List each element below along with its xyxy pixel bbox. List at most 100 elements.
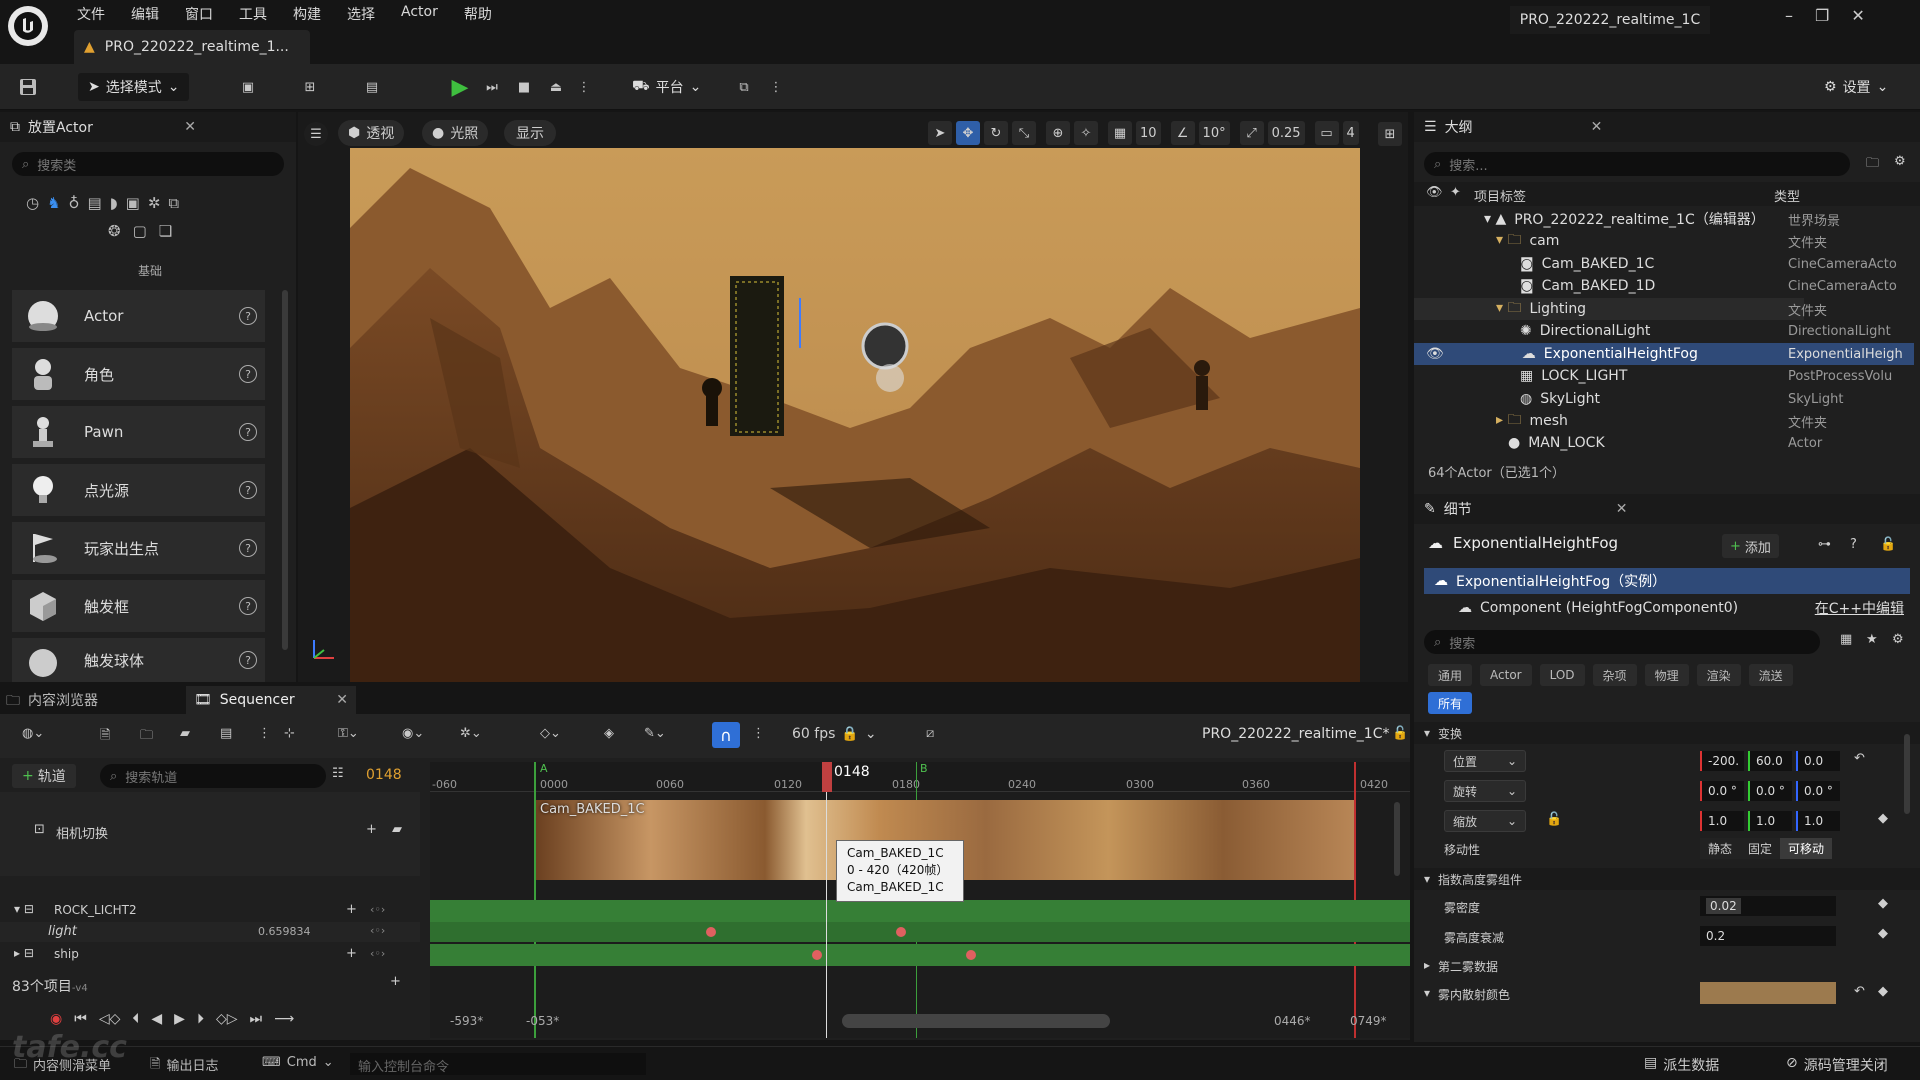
close-tab-icon[interactable]: ✕: [1591, 119, 1603, 135]
angle-snap-icon[interactable]: ∠: [1170, 121, 1195, 145]
fps-dropdown[interactable]: 60 fps 🔒 ⌄: [792, 726, 877, 742]
add-icon[interactable]: +: [346, 902, 357, 917]
key-nav-icon[interactable]: ‹◦›: [370, 947, 385, 960]
table-view-icon[interactable]: ▦: [1840, 632, 1852, 647]
select-tool-icon[interactable]: ➤: [928, 121, 952, 145]
close-window-icon[interactable]: ✕: [1851, 6, 1864, 25]
place-item-point-light[interactable]: 点光源?: [12, 464, 265, 516]
location-dropdown[interactable]: 位置 ⌄: [1444, 750, 1526, 772]
keyframe[interactable]: [896, 927, 906, 937]
edit-icon[interactable]: ✎⌄: [644, 726, 666, 741]
more-icon[interactable]: ⋮: [258, 726, 271, 741]
perspective-button[interactable]: ⬢ 透视: [338, 120, 405, 146]
marker-b[interactable]: B: [920, 762, 928, 775]
snap-icon[interactable]: ∩: [712, 722, 740, 748]
tree-row[interactable]: ▸ 🗀 mesh 文件夹: [1414, 410, 1827, 432]
recent-icon[interactable]: ◷: [26, 194, 39, 212]
lock-icon[interactable]: 🔓: [1392, 726, 1408, 741]
level-tab[interactable]: ▲ PRO_220222_realtime_1...: [74, 30, 310, 64]
tree-row[interactable]: ▾ ▲ PRO_220222_realtime_1C（编辑器） 世界场景: [1414, 208, 1840, 230]
step-forward-icon[interactable]: ⏵: [197, 1011, 204, 1027]
more-icon[interactable]: ⋮: [762, 73, 790, 101]
close-tab-icon[interactable]: ✕: [1616, 501, 1628, 517]
loop-icon[interactable]: ⟶: [274, 1011, 294, 1027]
menu-window[interactable]: 窗口: [172, 0, 226, 26]
key-nav-icon[interactable]: ‹◦›: [370, 924, 385, 937]
location-x[interactable]: -200.: [1700, 751, 1744, 771]
view-start[interactable]: -053*: [526, 1014, 559, 1028]
mobility-movable[interactable]: 可移动: [1780, 838, 1833, 859]
volumes-icon[interactable]: ⧉: [168, 194, 179, 212]
unreal-logo[interactable]: [8, 6, 48, 46]
menu-edit[interactable]: 编辑: [118, 0, 172, 26]
column-type[interactable]: 类型: [1774, 186, 1800, 205]
filter-misc[interactable]: 杂项: [1592, 664, 1637, 686]
filter-rendering[interactable]: 渲染: [1696, 664, 1741, 686]
cinematic-icon[interactable]: ◗: [110, 194, 118, 212]
view-range-slider[interactable]: [842, 1014, 1110, 1028]
keyframe[interactable]: [706, 927, 716, 937]
more-icon[interactable]: ⋮: [752, 726, 765, 741]
keyframe-icon[interactable]: ◆: [1878, 926, 1888, 941]
view-end[interactable]: 0446*: [1274, 1014, 1311, 1028]
viewport[interactable]: ☰ ⬢ 透视 ● 光照 显示 ➤ ✥ ↻ ⤡ ⊕ ✧ ▦ 10 ∠ 10° ⤢ 0.…: [298, 112, 1408, 682]
timeline-scrollbar[interactable]: [1394, 802, 1400, 876]
search-classes-input[interactable]: ⌕ 搜索类: [12, 152, 284, 176]
add-icon[interactable]: +: [366, 822, 377, 837]
visual-fx-icon[interactable]: ▣: [126, 194, 140, 212]
light-icon[interactable]: ♁: [69, 194, 80, 212]
playback-options-icon[interactable]: ✲⌄: [460, 726, 482, 741]
tree-row[interactable]: ◍ SkyLight SkyLight: [1414, 388, 1843, 410]
location-z[interactable]: 0.0: [1796, 751, 1840, 771]
mobility-static[interactable]: 静态: [1700, 838, 1741, 859]
timeline-ruler[interactable]: -060 0000 0060 0120 0180 0240 0300 0360 …: [430, 762, 1410, 792]
save-icon[interactable]: [14, 73, 42, 101]
add-component-button[interactable]: + 添加: [1722, 534, 1779, 558]
key-nav-icon[interactable]: ‹◦›: [370, 903, 385, 916]
star-icon[interactable]: ★: [1866, 632, 1878, 647]
tree-row[interactable]: ▾ 🗀 cam 文件夹: [1414, 230, 1827, 252]
prev-key-icon[interactable]: ◁◇: [99, 1011, 121, 1027]
keyframe[interactable]: [966, 950, 976, 960]
go-to-end-icon[interactable]: ⏭: [249, 1011, 262, 1027]
camera-icon[interactable]: ▰: [180, 726, 190, 741]
rotation-z[interactable]: 0.0 °: [1796, 781, 1840, 801]
minimize-icon[interactable]: –: [1785, 6, 1793, 25]
world-icon[interactable]: ◍⌄: [22, 726, 44, 741]
range-start[interactable]: -593*: [450, 1014, 483, 1028]
help-icon[interactable]: ?: [239, 365, 257, 383]
tree-row[interactable]: ◙ Cam_BAKED_1C CineCameraActo: [1414, 253, 1897, 275]
tree-row[interactable]: ● MAN_LOCK Actor: [1414, 432, 1822, 454]
tree-row-selected[interactable]: 👁 ☁ ExponentialHeightFog ExponentialHeigh: [1414, 343, 1914, 365]
timeline-area[interactable]: -060 0000 0060 0120 0180 0240 0300 0360 …: [430, 762, 1410, 1038]
scale-size[interactable]: 0.25: [1267, 121, 1305, 145]
filter-icon[interactable]: ☷: [332, 766, 344, 781]
help-icon[interactable]: ?: [239, 651, 257, 669]
place-item-trigger-box[interactable]: 触发框?: [12, 580, 265, 632]
play-reverse-icon[interactable]: ◀: [151, 1011, 162, 1027]
menu-build[interactable]: 构建: [280, 0, 334, 26]
record-icon[interactable]: ◉: [50, 1011, 62, 1027]
camera-cut-track[interactable]: ⊡ 相机切换 + ▰: [0, 792, 420, 876]
help-icon[interactable]: ?: [239, 597, 257, 615]
derived-data-button[interactable]: ▤ 派生数据: [1644, 1055, 1719, 1075]
rock-light-track[interactable]: ▾ ⊟ ROCK_LICHT2 + ‹◦›: [0, 900, 420, 922]
restore-icon[interactable]: ❐: [1815, 6, 1829, 25]
ship-track[interactable]: ▸ ⊟ ship + ‹◦›: [0, 944, 420, 966]
save-icon[interactable]: 🗎: [100, 726, 110, 748]
playhead-handle[interactable]: [822, 762, 832, 792]
box-icon[interactable]: ▢: [133, 222, 147, 240]
place-item-trigger-sphere[interactable]: 触发球体?: [12, 638, 265, 682]
add-content-icon[interactable]: ▣: [234, 73, 262, 101]
angle-size[interactable]: 10°: [1198, 121, 1230, 145]
menu-file[interactable]: 文件: [64, 0, 118, 26]
curve-editor-icon[interactable]: ⧄: [926, 726, 934, 741]
view-icon[interactable]: ◉⌄: [402, 726, 424, 741]
lock-icon[interactable]: 🔓: [1880, 537, 1896, 552]
menu-tools[interactable]: 工具: [226, 0, 280, 26]
keyframe-icon[interactable]: ◇⌄: [540, 726, 561, 741]
source-icon[interactable]: ⧉: [730, 73, 758, 101]
light-section[interactable]: [430, 922, 1410, 942]
keyframe-icon[interactable]: ◆: [1878, 896, 1888, 911]
folder-add-icon[interactable]: 🗀: [1866, 154, 1879, 176]
